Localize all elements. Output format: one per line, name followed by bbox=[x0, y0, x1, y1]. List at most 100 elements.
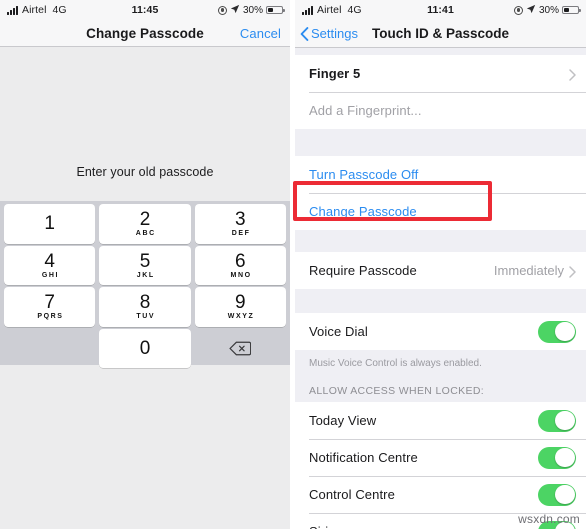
passcode-actions-section: Turn Passcode Off Change Passcode bbox=[295, 156, 586, 230]
do-not-disturb-icon bbox=[513, 5, 523, 15]
row-accessory bbox=[538, 446, 576, 469]
keypad-row: 4 GHI 5 JKL 6 MNO bbox=[2, 245, 288, 285]
key-digit: 5 bbox=[139, 250, 151, 272]
key-3[interactable]: 3 DEF bbox=[194, 204, 286, 244]
row-label: Today View bbox=[309, 413, 377, 428]
keypad-row: 1 2 ABC 3 DEF bbox=[2, 204, 288, 244]
key-6[interactable]: 6 MNO bbox=[194, 245, 286, 285]
row-label: Finger 5 bbox=[309, 66, 361, 81]
row-label: Change Passcode bbox=[309, 204, 417, 219]
left-phone-screen: Airtel 4G 11:45 30% Change Passcode Canc… bbox=[0, 0, 290, 529]
row-accessory bbox=[538, 409, 576, 432]
watermark-label: wsxdn.com bbox=[518, 512, 580, 526]
key-letters: WXYZ bbox=[227, 313, 255, 321]
battery-icon bbox=[266, 5, 285, 15]
row-label: Control Centre bbox=[309, 487, 395, 502]
voice-dial-section: Voice Dial bbox=[295, 313, 586, 350]
status-bar-right-group: 30% bbox=[513, 4, 581, 17]
dual-screenshot-container: Airtel 4G 11:45 30% Change Passcode Canc… bbox=[0, 0, 586, 529]
key-digit: 7 bbox=[44, 292, 55, 314]
key-digit: 0 bbox=[139, 337, 151, 359]
key-5[interactable]: 5 JKL bbox=[99, 245, 191, 285]
row-change-passcode[interactable]: Change Passcode bbox=[295, 193, 586, 230]
key-letters: TUV bbox=[136, 313, 156, 321]
location-arrow-icon bbox=[526, 4, 536, 17]
row-label: Voice Dial bbox=[309, 324, 368, 339]
chevron-left-icon bbox=[300, 26, 309, 41]
require-passcode-section: Require Passcode Immediately bbox=[295, 252, 586, 289]
section-gap bbox=[295, 129, 586, 156]
voice-dial-footer-gap: Music Voice Control is always enabled. bbox=[295, 350, 586, 370]
key-digit: 3 bbox=[235, 209, 246, 231]
cancel-button[interactable]: Cancel bbox=[240, 26, 281, 41]
key-7[interactable]: 7 PQRS bbox=[4, 287, 96, 327]
status-bar-right-group: 30% bbox=[217, 4, 285, 17]
control-centre-toggle[interactable] bbox=[538, 483, 576, 506]
keypad-row: 0 bbox=[2, 328, 288, 369]
row-today-view[interactable]: Today View bbox=[295, 402, 586, 439]
row-value: Immediately bbox=[493, 263, 564, 278]
section-gap bbox=[295, 370, 586, 385]
allow-access-header-wrap: ALLOW ACCESS WHEN LOCKED: bbox=[295, 385, 586, 402]
key-0[interactable]: 0 bbox=[99, 328, 191, 368]
key-letters: PQRS bbox=[37, 313, 64, 321]
row-control-centre[interactable]: Control Centre bbox=[295, 476, 586, 513]
key-8[interactable]: 8 TUV bbox=[99, 287, 191, 327]
row-voice-dial[interactable]: Voice Dial bbox=[295, 313, 586, 350]
chevron-right-icon bbox=[569, 265, 576, 278]
voice-dial-footer-note: Music Voice Control is always enabled. bbox=[309, 358, 482, 369]
row-label: Require Passcode bbox=[309, 263, 417, 278]
key-blank bbox=[4, 329, 95, 369]
key-letters: ABC bbox=[135, 230, 156, 238]
numeric-keypad[interactable]: 1 2 ABC 3 DEF 4 GHI 5 JKL 6 MNO 7 PQRS 8… bbox=[0, 201, 290, 368]
do-not-disturb-icon bbox=[217, 5, 227, 15]
row-notification-centre[interactable]: Notification Centre bbox=[295, 439, 586, 476]
delete-key[interactable] bbox=[195, 329, 286, 369]
back-to-settings-button[interactable]: Settings bbox=[295, 26, 358, 41]
battery-percent-label: 30% bbox=[538, 4, 559, 16]
section-gap bbox=[295, 289, 586, 313]
allow-access-section: Today View Notification Centre Control C… bbox=[295, 402, 586, 529]
key-digit: 9 bbox=[235, 292, 246, 314]
key-digit: 8 bbox=[139, 292, 151, 314]
allow-access-group-header: ALLOW ACCESS WHEN LOCKED: bbox=[309, 385, 485, 397]
key-9[interactable]: 9 WXYZ bbox=[194, 287, 286, 327]
right-status-bar: Airtel 4G 11:41 30% bbox=[295, 0, 586, 20]
key-4[interactable]: 4 GHI bbox=[4, 245, 96, 285]
battery-percent-label: 30% bbox=[242, 4, 263, 16]
key-digit: 2 bbox=[139, 209, 151, 231]
key-2[interactable]: 2 ABC bbox=[99, 204, 191, 244]
row-accessory: Immediately bbox=[494, 263, 576, 278]
right-nav-bar: Settings Touch ID & Passcode bbox=[295, 20, 586, 48]
row-accessory bbox=[538, 320, 576, 343]
row-finger-5[interactable]: Finger 5 bbox=[295, 55, 586, 92]
keypad-row: 7 PQRS 8 TUV 9 WXYZ bbox=[2, 287, 288, 327]
left-nav-bar: Change Passcode Cancel bbox=[0, 20, 290, 47]
battery-icon bbox=[562, 5, 581, 15]
key-1[interactable]: 1 bbox=[4, 204, 96, 244]
row-label: Add a Fingerprint... bbox=[309, 103, 422, 118]
voice-dial-toggle[interactable] bbox=[538, 320, 576, 343]
key-letters: DEF bbox=[231, 230, 251, 238]
back-label: Settings bbox=[311, 26, 358, 41]
row-label: Notification Centre bbox=[309, 450, 418, 465]
key-letters: MNO bbox=[230, 271, 252, 279]
key-digit: 1 bbox=[44, 213, 55, 235]
section-gap bbox=[295, 48, 586, 55]
today-view-toggle[interactable] bbox=[538, 409, 576, 432]
row-turn-passcode-off[interactable]: Turn Passcode Off bbox=[295, 156, 586, 193]
passcode-prompt: Enter your old passcode bbox=[76, 165, 214, 179]
row-accessory bbox=[538, 483, 576, 506]
chevron-right-icon bbox=[569, 68, 576, 81]
location-arrow-icon bbox=[230, 4, 240, 17]
passcode-entry-body: Enter your old passcode 1 2 ABC 3 DEF 4 … bbox=[0, 47, 290, 368]
right-phone-screen: Airtel 4G 11:41 30% Settings Touch ID & … bbox=[295, 0, 586, 529]
key-letters: JKL bbox=[136, 271, 155, 279]
notification-centre-toggle[interactable] bbox=[538, 446, 576, 469]
left-status-bar: Airtel 4G 11:45 30% bbox=[0, 0, 290, 20]
row-label: Siri bbox=[309, 524, 328, 529]
backspace-delete-icon bbox=[229, 341, 252, 356]
row-add-fingerprint[interactable]: Add a Fingerprint... bbox=[295, 92, 586, 129]
row-accessory bbox=[569, 68, 576, 81]
row-require-passcode[interactable]: Require Passcode Immediately bbox=[295, 252, 586, 289]
